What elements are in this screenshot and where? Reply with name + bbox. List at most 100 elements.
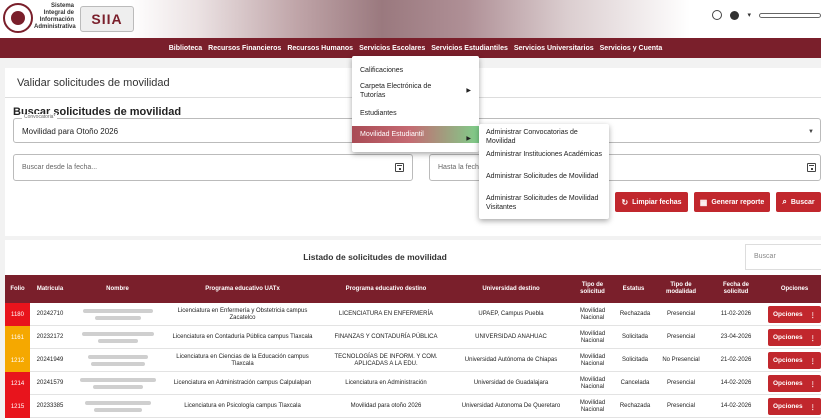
col-header[interactable]: Matrícula bbox=[30, 275, 70, 303]
redacted-text bbox=[81, 332, 154, 336]
nombre-cell-redacted bbox=[70, 395, 165, 418]
nav-item-servicios-estudiantiles[interactable]: Servicios Estudiantiles bbox=[431, 45, 508, 52]
estatus-cell: Rechazada bbox=[619, 311, 651, 317]
calendar-icon[interactable] bbox=[395, 163, 404, 172]
nav-item-servicios-escolares[interactable]: Servicios Escolares bbox=[359, 45, 425, 52]
matricula-cell: 20241579 bbox=[36, 380, 64, 386]
menu-item-estudiantes[interactable]: Estudiantes bbox=[352, 109, 479, 118]
table-row[interactable]: 1214 20241579 Licenciatura en Administraci… bbox=[5, 372, 821, 395]
globe-icon[interactable] bbox=[712, 10, 723, 20]
col-header[interactable]: Opciones bbox=[768, 275, 821, 303]
menu-item-label: Carpeta Electrónica de Tutorías bbox=[360, 83, 432, 99]
chevron-right-icon: ▶ bbox=[466, 88, 471, 94]
submenu-item-solicitudes-visitantes[interactable]: Administrar Solicitudes de Movilidad Vis… bbox=[486, 194, 604, 212]
generar-reporte-button[interactable]: ▦ Generar reporte bbox=[694, 192, 770, 212]
fecha-cell: 14-02-2026 bbox=[720, 380, 752, 386]
redacted-text bbox=[97, 339, 138, 343]
redacted-text bbox=[92, 385, 143, 389]
table-icon: ▦ bbox=[699, 197, 708, 207]
generar-reporte-label: Generar reporte bbox=[711, 198, 765, 206]
redacted-text bbox=[90, 362, 145, 366]
submenu-item-instituciones[interactable]: Administrar Instituciones Académicas bbox=[486, 150, 604, 159]
nombre-cell-redacted bbox=[70, 349, 165, 372]
redacted-text bbox=[82, 309, 153, 313]
table-header: Folio Matrícula Nombre Programa educativ… bbox=[5, 275, 821, 303]
folio-cell: 1161 bbox=[5, 326, 30, 349]
col-header[interactable]: Nombre bbox=[70, 275, 165, 303]
nav-item-biblioteca[interactable]: Biblioteca bbox=[169, 45, 202, 52]
search-icon: ⌕ bbox=[782, 197, 787, 206]
convocatoria-value: Movilidad para Otoño 2026 bbox=[22, 127, 119, 136]
programa-cell: Licenciatura en Enfermería y Obstetricia… bbox=[177, 307, 308, 321]
table-row[interactable]: 1212 20241949 Licenciatura en Ciencias de … bbox=[5, 349, 821, 372]
table-row[interactable]: 1180 20242710 Licenciatura en Enfermería y… bbox=[5, 303, 821, 326]
col-header[interactable]: Fecha de solicitud bbox=[710, 275, 762, 303]
nav-item-servicios-cuenta[interactable]: Servicios y Cuenta bbox=[600, 45, 663, 52]
nav-item-recursos-financieros[interactable]: Recursos Financieros bbox=[208, 45, 281, 52]
fecha-desde-input[interactable]: Buscar desde la fecha... bbox=[13, 154, 413, 181]
col-header[interactable]: Programa educativo UATx bbox=[165, 275, 320, 303]
opciones-label: Opciones bbox=[773, 380, 803, 387]
menu-item-label: Movilidad Estudiantil bbox=[360, 131, 424, 138]
page-title: Validar solicitudes de movilidad bbox=[17, 77, 170, 89]
user-name-pill[interactable] bbox=[759, 12, 821, 18]
opciones-button[interactable]: Opciones ⋮ bbox=[768, 306, 821, 323]
col-header[interactable]: Estatus bbox=[615, 275, 652, 303]
folio-cell: 1180 bbox=[5, 303, 30, 326]
tipo-cell: Movilidad Nacional bbox=[579, 399, 606, 413]
submenu-item-solicitudes[interactable]: Administrar Solicitudes de Movilidad bbox=[486, 172, 604, 181]
estatus-cell: Solicitada bbox=[621, 357, 648, 363]
submenu-item-convocatorias[interactable]: Administrar Convocatorias de Movilidad bbox=[486, 128, 604, 146]
modalidad-cell: No Presencial bbox=[662, 357, 700, 363]
folio-cell: 1212 bbox=[5, 349, 30, 372]
col-header[interactable]: Programa educativo destino bbox=[320, 275, 452, 303]
redacted-text bbox=[84, 401, 151, 405]
header-actions: ▾ bbox=[712, 10, 821, 20]
universidad-cell: Universidad Autonoma De Queretaro bbox=[461, 403, 561, 409]
university-seal-logo[interactable] bbox=[3, 3, 33, 33]
table-search-input[interactable]: Buscar bbox=[745, 244, 821, 270]
opciones-button[interactable]: Opciones ⋮ bbox=[768, 398, 821, 415]
universidad-cell: Universidad de Guadalajara bbox=[473, 380, 549, 386]
table-row[interactable]: 1215 20233385 Licenciatura en Psicología c… bbox=[5, 395, 821, 418]
matricula-cell: 20232172 bbox=[36, 334, 64, 340]
redacted-text bbox=[87, 355, 148, 359]
fecha-cell: 23-04-2026 bbox=[720, 334, 752, 340]
buscar-button[interactable]: ⌕ Buscar bbox=[776, 192, 821, 212]
menu-item-carpeta-tutorias[interactable]: Carpeta Electrónica de Tutorías ▶ bbox=[352, 82, 479, 100]
col-header[interactable]: Universidad destino bbox=[452, 275, 570, 303]
col-header[interactable]: Folio bbox=[5, 275, 30, 303]
user-icon[interactable] bbox=[730, 10, 740, 20]
refresh-icon: ↻ bbox=[621, 197, 629, 207]
limpiar-fechas-button[interactable]: ↻ Limpiar fechas bbox=[615, 192, 688, 212]
servicios-escolares-menu: Calificaciones Carpeta Electrónica de Tu… bbox=[352, 56, 479, 152]
top-header: Sistema Integral de Información Administ… bbox=[0, 0, 821, 38]
nav-item-recursos-humanos[interactable]: Recursos Humanos bbox=[287, 45, 353, 52]
header-banner-image bbox=[130, 0, 690, 38]
folio-cell: 1214 bbox=[5, 372, 30, 395]
chevron-down-icon[interactable]: ▾ bbox=[747, 11, 751, 19]
modalidad-cell: Presencial bbox=[666, 311, 695, 317]
folio-cell: 1215 bbox=[5, 395, 30, 418]
menu-item-movilidad-estudiantil[interactable]: Movilidad Estudiantil ▶ bbox=[352, 126, 479, 143]
logo-line: Información bbox=[39, 17, 74, 23]
col-header[interactable]: Tipo de modalidad bbox=[655, 275, 707, 303]
chevron-right-icon: ▶ bbox=[466, 135, 471, 142]
col-header[interactable]: Tipo de solicitud bbox=[570, 275, 615, 303]
calendar-icon[interactable] bbox=[807, 163, 816, 172]
opciones-button[interactable]: Opciones ⋮ bbox=[768, 329, 821, 346]
opciones-button[interactable]: Opciones ⋮ bbox=[768, 352, 821, 369]
modalidad-cell: Presencial bbox=[666, 380, 695, 386]
tipo-cell: Movilidad Nacional bbox=[579, 376, 606, 390]
programa-cell: Licenciatura en Contaduría Pública campu… bbox=[172, 334, 313, 340]
opciones-button[interactable]: Opciones ⋮ bbox=[768, 375, 821, 392]
universidad-cell: Universidad Autónoma de Chiapas bbox=[464, 357, 558, 363]
table-row[interactable]: 1161 20232172 Licenciatura en Contaduría P… bbox=[5, 326, 821, 349]
logo-text: Sistema Integral de Información Administ… bbox=[34, 3, 76, 31]
opciones-label: Opciones bbox=[773, 311, 803, 318]
destino-programa-cell: Movilidad para otoño 2026 bbox=[350, 403, 422, 409]
universidad-cell: UNIVERSIDAD ANAHUAC bbox=[475, 334, 547, 340]
menu-item-calificaciones[interactable]: Calificaciones bbox=[352, 66, 479, 75]
nav-item-servicios-universitarios[interactable]: Servicios Universitarios bbox=[514, 45, 594, 52]
siia-logo[interactable]: SIIA bbox=[80, 6, 134, 32]
